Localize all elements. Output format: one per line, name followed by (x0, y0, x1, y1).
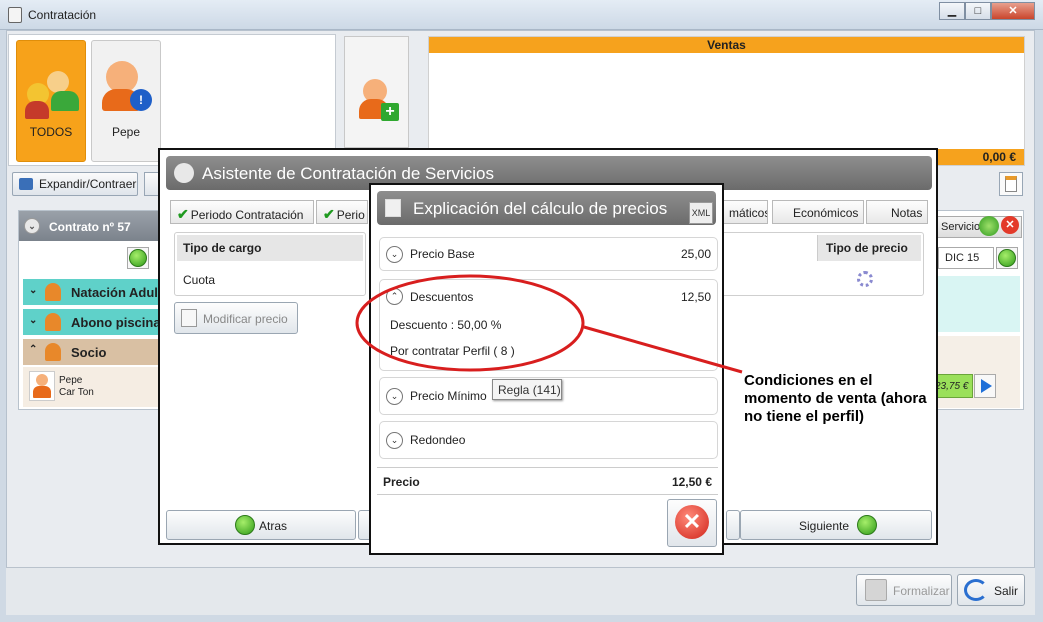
annotation-overlay (355, 274, 743, 374)
annotation-line (583, 325, 743, 374)
annotation-ellipse (355, 274, 585, 372)
annotation-text: Condiciones en el momento de venta (ahor… (744, 372, 927, 425)
